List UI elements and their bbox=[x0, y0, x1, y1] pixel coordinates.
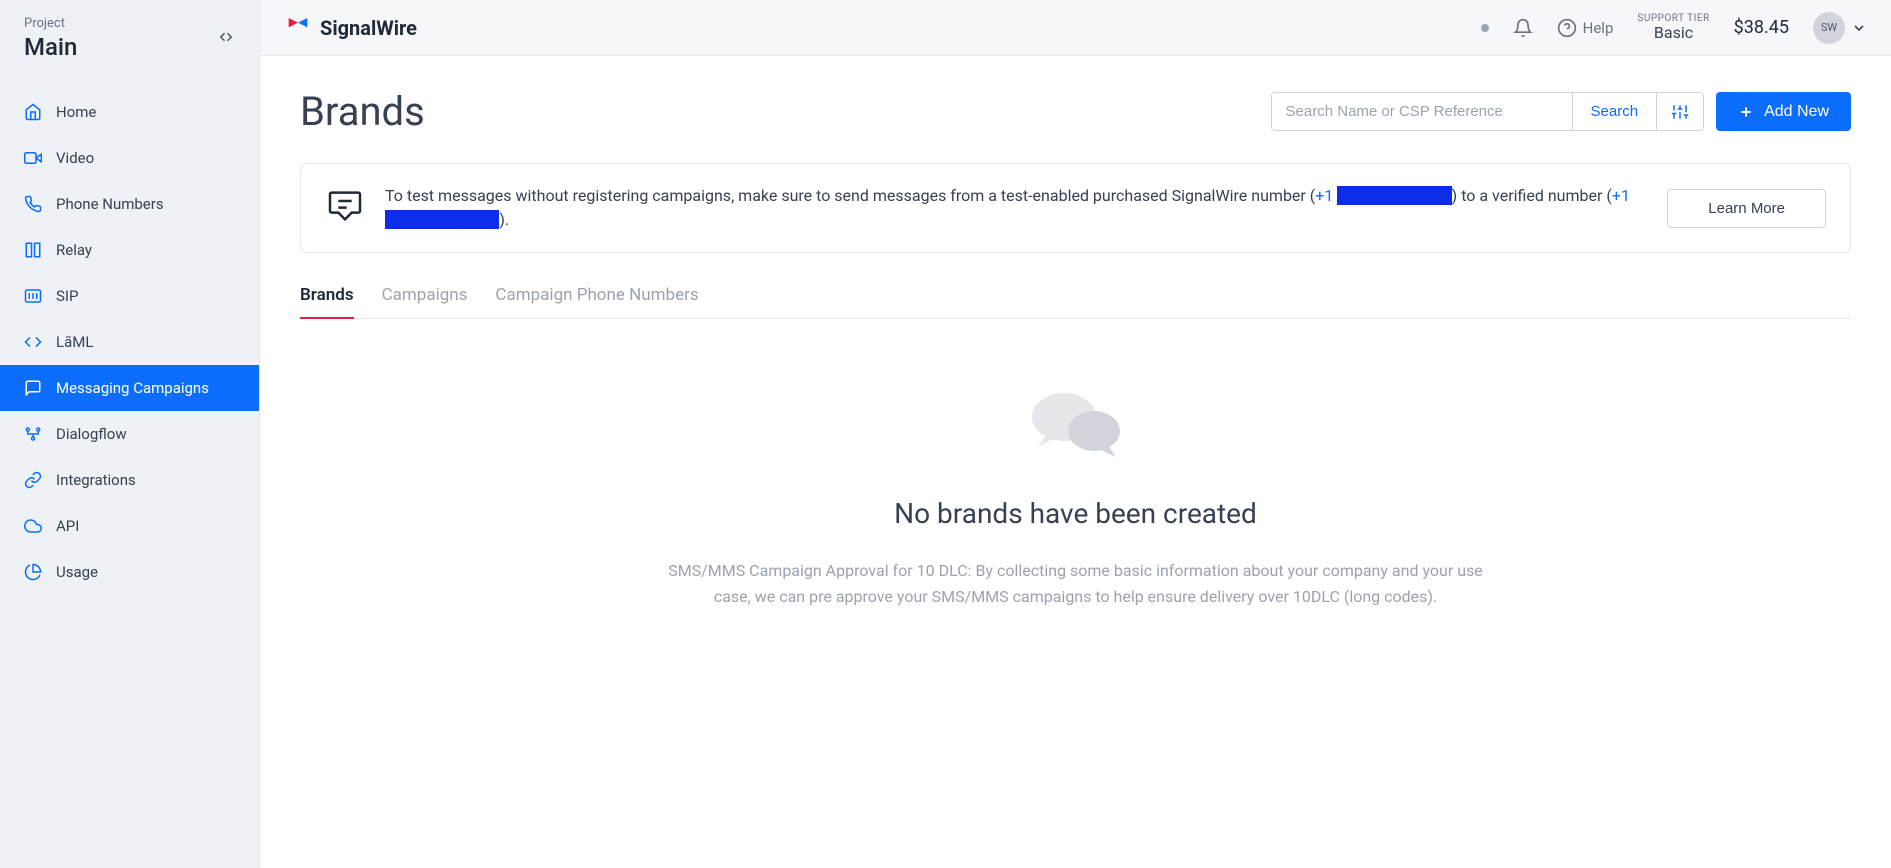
project-switcher[interactable]: Project Main bbox=[0, 0, 259, 69]
brand-logo[interactable]: SignalWire bbox=[284, 11, 417, 44]
cloud-icon bbox=[24, 517, 42, 535]
sidebar-item-video[interactable]: Video bbox=[0, 135, 259, 181]
status-dot-icon bbox=[1481, 24, 1489, 32]
chat-icon bbox=[24, 379, 42, 397]
sidebar-item-sip[interactable]: SIP bbox=[0, 273, 259, 319]
sidebar-item-home[interactable]: Home bbox=[0, 89, 259, 135]
brand-name: SignalWire bbox=[320, 16, 417, 40]
plus-icon bbox=[1738, 104, 1754, 120]
sidebar: Project Main Home Video Phone Numbers bbox=[0, 0, 260, 868]
empty-state-title: No brands have been created bbox=[666, 497, 1486, 530]
project-name: Main bbox=[24, 33, 77, 61]
learn-more-button[interactable]: Learn More bbox=[1667, 189, 1826, 228]
sidebar-item-label: Relay bbox=[56, 241, 92, 259]
add-new-label: Add New bbox=[1764, 103, 1829, 121]
sidebar-item-api[interactable]: API bbox=[0, 503, 259, 549]
empty-state: No brands have been created SMS/MMS Camp… bbox=[666, 379, 1486, 609]
sidebar-item-usage[interactable]: Usage bbox=[0, 549, 259, 595]
tab-brands[interactable]: Brands bbox=[300, 285, 354, 319]
support-tier[interactable]: SUPPORT TIER Basic bbox=[1637, 13, 1709, 42]
search-group: Search bbox=[1271, 92, 1705, 131]
sidebar-item-integrations[interactable]: Integrations bbox=[0, 457, 259, 503]
sidebar-item-label: Home bbox=[56, 103, 96, 121]
help-icon bbox=[1557, 18, 1577, 38]
sliders-icon bbox=[1671, 103, 1689, 121]
video-icon bbox=[24, 149, 42, 167]
empty-state-icon bbox=[666, 379, 1486, 473]
sidebar-nav: Home Video Phone Numbers Relay SIP LāML bbox=[0, 89, 259, 595]
tab-campaigns[interactable]: Campaigns bbox=[382, 285, 468, 319]
sidebar-item-label: Video bbox=[56, 149, 94, 167]
sidebar-item-phone-numbers[interactable]: Phone Numbers bbox=[0, 181, 259, 227]
phone-icon bbox=[24, 195, 42, 213]
search-input[interactable] bbox=[1272, 93, 1572, 130]
tab-campaign-phone-numbers[interactable]: Campaign Phone Numbers bbox=[495, 285, 698, 319]
page-content: Brands Search Add New bbox=[260, 56, 1891, 868]
sidebar-item-label: Usage bbox=[56, 563, 98, 581]
chat-bubbles-icon bbox=[325, 186, 365, 230]
test-mode-notice: To test messages without registering cam… bbox=[300, 163, 1851, 253]
account-menu[interactable]: SW bbox=[1813, 12, 1867, 44]
empty-state-description: SMS/MMS Campaign Approval for 10 DLC: By… bbox=[666, 558, 1486, 609]
sidebar-item-label: API bbox=[56, 517, 79, 535]
sidebar-item-label: Phone Numbers bbox=[56, 195, 164, 213]
tabs: Brands Campaigns Campaign Phone Numbers bbox=[300, 285, 1851, 319]
test-number-link[interactable]: +1 XXXXXXXXXXX bbox=[1315, 186, 1451, 205]
sidebar-item-relay[interactable]: Relay bbox=[0, 227, 259, 273]
search-button[interactable]: Search bbox=[1572, 93, 1657, 130]
account-balance[interactable]: $38.45 bbox=[1734, 17, 1789, 38]
sip-icon bbox=[24, 287, 42, 305]
avatar: SW bbox=[1813, 12, 1845, 44]
relay-icon bbox=[24, 241, 42, 259]
support-tier-value: Basic bbox=[1637, 24, 1709, 42]
link-icon bbox=[24, 471, 42, 489]
swap-icon[interactable] bbox=[217, 28, 235, 50]
add-new-button[interactable]: Add New bbox=[1716, 92, 1851, 131]
sidebar-item-label: Messaging Campaigns bbox=[56, 379, 209, 397]
project-label: Project bbox=[24, 16, 77, 31]
help-button[interactable]: Help bbox=[1557, 18, 1614, 38]
sidebar-item-label: Integrations bbox=[56, 471, 136, 489]
sidebar-item-messaging-campaigns[interactable]: Messaging Campaigns bbox=[0, 365, 259, 411]
sidebar-item-label: Dialogflow bbox=[56, 425, 127, 443]
pie-chart-icon bbox=[24, 563, 42, 581]
notifications-button[interactable] bbox=[1513, 18, 1533, 38]
topbar: SignalWire Help SUPPORT TIER Basic $38.4… bbox=[260, 0, 1891, 56]
sidebar-item-label: SIP bbox=[56, 287, 78, 305]
notice-text: To test messages without registering cam… bbox=[385, 184, 1647, 232]
page-title: Brands bbox=[300, 88, 425, 135]
bell-icon bbox=[1513, 18, 1533, 38]
home-icon bbox=[24, 103, 42, 121]
dialogflow-icon bbox=[24, 425, 42, 443]
sidebar-item-label: LāML bbox=[56, 333, 93, 351]
sidebar-item-dialogflow[interactable]: Dialogflow bbox=[0, 411, 259, 457]
sidebar-item-laml[interactable]: LāML bbox=[0, 319, 259, 365]
filter-button[interactable] bbox=[1656, 93, 1703, 130]
brand-mark-icon bbox=[284, 11, 312, 44]
chevron-down-icon bbox=[1851, 20, 1867, 36]
help-label: Help bbox=[1583, 19, 1614, 37]
code-icon bbox=[24, 333, 42, 351]
